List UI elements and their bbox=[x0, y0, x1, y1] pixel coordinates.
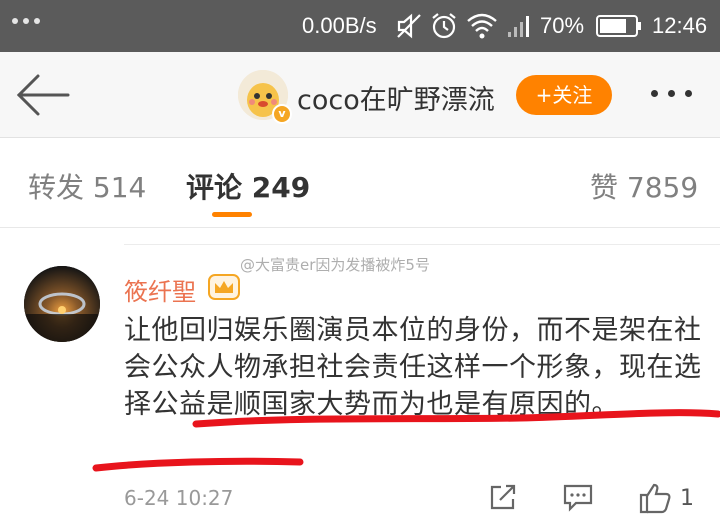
like-count: 1 bbox=[680, 486, 694, 511]
tab-comments[interactable]: 评论 249 bbox=[186, 166, 310, 206]
tab-count: 7859 bbox=[626, 171, 699, 204]
more-icon[interactable] bbox=[651, 90, 692, 97]
watermark: @大富贵er因为发播被炸5号 bbox=[240, 256, 430, 274]
tab-label: 赞 bbox=[590, 171, 619, 204]
share-icon[interactable] bbox=[488, 482, 518, 512]
verified-badge-icon: v bbox=[272, 104, 292, 124]
network-speed: 0.00B/s bbox=[302, 13, 377, 38]
top-nav-bar: v coco在旷野漂流 +关注 bbox=[0, 52, 720, 138]
crown-badge-icon bbox=[208, 274, 240, 300]
follow-button[interactable]: +关注 bbox=[516, 75, 612, 115]
clock: 12:46 bbox=[652, 13, 708, 38]
tab-likes[interactable]: 赞 7859 bbox=[590, 166, 698, 206]
commenter-avatar[interactable] bbox=[24, 266, 100, 342]
back-arrow-icon[interactable] bbox=[14, 72, 72, 118]
alarm-icon bbox=[432, 13, 456, 39]
wifi-icon bbox=[467, 13, 497, 39]
tab-count: 514 bbox=[92, 171, 147, 204]
comment-text: 让他回归娱乐圈演员本位的身份，而不是架在社会公众人物承担社会责任这样一个形象，现… bbox=[124, 315, 702, 420]
tab-label: 转发 bbox=[28, 171, 85, 204]
battery-icon bbox=[596, 15, 641, 37]
commenter-name[interactable]: 筱纤聖 bbox=[124, 272, 196, 307]
tab-count: 249 bbox=[251, 171, 311, 204]
signal-icon bbox=[508, 16, 529, 37]
mute-icon bbox=[397, 13, 421, 39]
tab-bar: 转发 514 评论 249 赞 7859 bbox=[0, 138, 720, 228]
comment-timestamp: 6-24 10:27 bbox=[124, 486, 234, 510]
tab-label: 评论 bbox=[186, 171, 243, 204]
divider bbox=[124, 244, 720, 245]
like-icon[interactable] bbox=[638, 482, 672, 514]
comment-icon[interactable] bbox=[562, 482, 594, 512]
notification-dots-icon bbox=[12, 18, 40, 24]
author-name[interactable]: coco在旷野漂流 bbox=[297, 78, 495, 117]
battery-percent: 70% bbox=[540, 13, 585, 38]
tab-reposts[interactable]: 转发 514 bbox=[28, 166, 146, 206]
active-tab-indicator bbox=[212, 212, 252, 217]
status-bar: 0.00B/s 70% 12:46 bbox=[0, 0, 720, 52]
